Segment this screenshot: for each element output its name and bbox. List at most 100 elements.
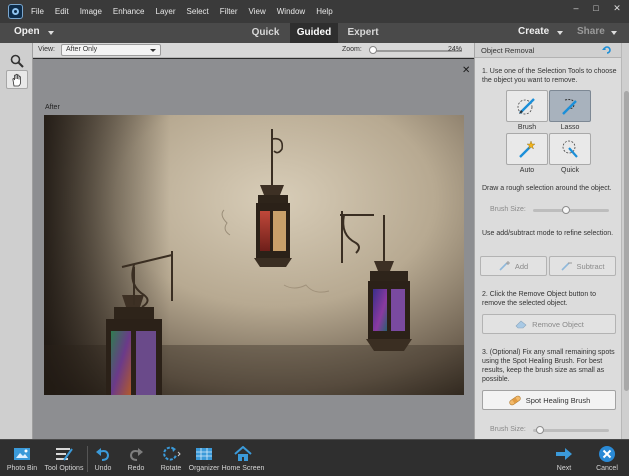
open-dropdown-chevron-icon[interactable] — [48, 31, 54, 35]
cancel-label: Cancel — [596, 465, 618, 472]
minimize-button[interactable]: – — [568, 3, 584, 13]
refine-text: Use add/subtract mode to refine selectio… — [482, 230, 614, 237]
next-arrow-icon — [556, 448, 572, 460]
organizer-label: Organizer — [188, 465, 220, 472]
photo-bin-label: Photo Bin — [6, 465, 38, 472]
spot-healing-brush-button[interactable]: Spot Healing Brush — [482, 390, 616, 410]
step3-text: 3. (Optional) Fix any small remaining sp… — [482, 349, 615, 383]
redo-label: Redo — [127, 465, 145, 472]
menu-view[interactable]: View — [249, 7, 266, 16]
panel-title: Object Removal — [481, 46, 535, 55]
cancel-button[interactable]: Cancel — [585, 445, 629, 472]
home-screen-button[interactable]: Home Screen — [221, 445, 265, 472]
undo-icon — [96, 448, 110, 461]
hand-tool[interactable] — [6, 70, 28, 89]
remove-object-button[interactable]: Remove Object — [482, 314, 616, 334]
cancel-icon — [599, 446, 615, 462]
subtract-mode-label: Subtract — [576, 261, 605, 271]
quick-selection-icon — [562, 140, 578, 158]
menu-edit[interactable]: Edit — [55, 7, 69, 16]
photo-image — [44, 115, 464, 395]
next-button[interactable]: Next — [542, 445, 586, 472]
tab-expert[interactable]: Expert — [340, 23, 386, 43]
redo-icon — [129, 448, 143, 461]
quick-tool-label: Quick — [561, 167, 579, 174]
rotate-label: Rotate — [160, 465, 182, 472]
zoom-value: 24% — [448, 46, 463, 53]
zoom-label: Zoom: — [342, 46, 362, 53]
guided-panel: Object Removal 1. Use one of the Selecti… — [474, 43, 629, 439]
brush-size-2-slider-track[interactable] — [533, 429, 609, 432]
share-chevron-icon[interactable] — [611, 31, 617, 35]
quick-selection-button[interactable] — [549, 133, 591, 165]
home-screen-label: Home Screen — [221, 465, 265, 472]
tab-guided[interactable]: Guided — [290, 23, 338, 43]
photo-bin-icon — [14, 448, 30, 460]
zoom-tool[interactable] — [6, 51, 28, 70]
brush-icon — [517, 98, 535, 115]
lasso-icon — [562, 99, 577, 115]
view-label: View: — [38, 46, 55, 53]
undo-label: Undo — [94, 465, 112, 472]
create-button[interactable]: Create — [518, 26, 549, 37]
organizer-button[interactable]: Organizer — [182, 445, 226, 472]
brush-size-label: Brush Size: — [490, 206, 526, 213]
window-close-button[interactable]: ✕ — [609, 3, 625, 14]
menu-window[interactable]: Window — [277, 7, 305, 16]
add-brush-icon — [499, 261, 510, 271]
lasso-tool-label: Lasso — [560, 124, 580, 131]
brush-tool-label: Brush — [517, 124, 537, 131]
menu-help[interactable]: Help — [316, 7, 332, 16]
subtract-brush-icon — [560, 262, 572, 271]
tool-options-button[interactable]: Tool Options — [42, 445, 86, 472]
close-image-icon[interactable]: ✕ — [462, 65, 470, 76]
view-bar: View: After Only Zoom: 24% — [33, 43, 474, 58]
zoom-slider-thumb[interactable] — [369, 46, 377, 54]
menu-select[interactable]: Select — [187, 7, 209, 16]
brush-size-label-2: Brush Size: — [490, 426, 526, 433]
open-button[interactable]: Open — [14, 26, 40, 37]
step1-text: 1. Use one of the Selection Tools to cho… — [482, 68, 617, 84]
view-select[interactable]: After Only — [61, 44, 161, 56]
photo-bin-button[interactable]: Photo Bin — [0, 445, 44, 472]
brush-selection-button[interactable] — [506, 90, 548, 122]
bandage-icon — [509, 395, 521, 406]
magnifier-icon — [10, 54, 24, 68]
app-logo-icon — [8, 4, 23, 19]
step2-text: 2. Click the Remove Object button to rem… — [482, 291, 596, 307]
create-chevron-icon[interactable] — [557, 31, 563, 35]
auto-tool-label: Auto — [519, 167, 535, 174]
lasso-selection-button[interactable] — [549, 90, 591, 122]
image-canvas[interactable]: ✕ After — [33, 59, 474, 439]
after-label: After — [45, 104, 60, 111]
add-mode-button[interactable]: Add — [480, 256, 547, 276]
tab-quick[interactable]: Quick — [243, 23, 288, 43]
remove-object-label: Remove Object — [532, 319, 584, 329]
hand-icon — [12, 73, 21, 86]
brush-size-slider-track[interactable] — [533, 209, 609, 212]
photo-lanterns[interactable] — [44, 115, 464, 395]
panel-scrollbar[interactable] — [621, 43, 629, 439]
subtract-mode-button[interactable]: Subtract — [549, 256, 616, 276]
reset-panel-icon[interactable] — [602, 45, 612, 55]
rough-selection-text: Draw a rough selection around the object… — [482, 185, 612, 192]
tool-options-icon — [56, 448, 73, 461]
menu-filter[interactable]: Filter — [220, 7, 238, 16]
panel-scroll-thumb[interactable] — [624, 91, 629, 391]
add-mode-label: Add — [514, 261, 529, 271]
panel-header: Object Removal — [475, 43, 621, 58]
brush-size-2-slider-thumb[interactable] — [536, 426, 544, 434]
eraser-icon — [515, 320, 527, 329]
menu-enhance[interactable]: Enhance — [113, 7, 145, 16]
menu-image[interactable]: Image — [80, 7, 102, 16]
menu-bar: File Edit Image Enhance Layer Select Fil… — [0, 0, 629, 23]
tool-options-label: Tool Options — [44, 465, 84, 472]
auto-selection-button[interactable] — [506, 133, 548, 165]
share-button[interactable]: Share — [577, 26, 605, 37]
organizer-icon — [196, 448, 212, 460]
maximize-button[interactable]: □ — [588, 3, 604, 13]
brush-size-slider-thumb[interactable] — [562, 206, 570, 214]
menu-file[interactable]: File — [31, 7, 44, 16]
view-select-value: After Only — [66, 46, 98, 53]
menu-layer[interactable]: Layer — [156, 7, 176, 16]
